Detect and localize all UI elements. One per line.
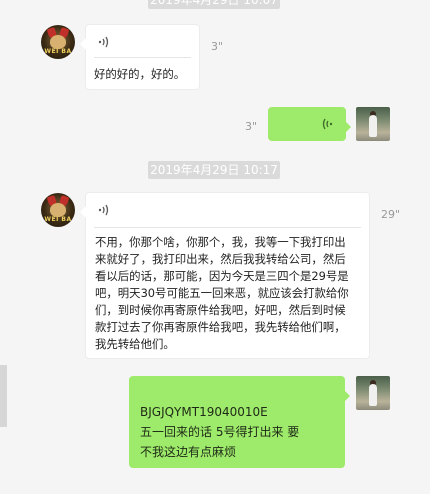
chat-history-panel[interactable]: 2019年4月29日 10:07 WEI BA 好的好的，好的。 3" 3" 2… — [0, 0, 430, 494]
transcript-divider — [94, 57, 191, 58]
transcript-line: 看以后的话，那可能，因为今天是三四个是29号是 — [95, 269, 349, 283]
message-line: 五一回来的话 5号得打出来 要 — [140, 425, 300, 439]
transcript-line: 款打过去了你再寄原件给我吧，我先转给他们啊， — [95, 320, 346, 334]
transcript-divider — [94, 227, 361, 228]
voice-duration: 29" — [381, 208, 401, 221]
sent-voice-message-bubble[interactable] — [268, 107, 351, 141]
voice-wave-icon[interactable] — [98, 203, 110, 217]
left-scroll-indicator[interactable] — [0, 365, 7, 427]
transcript-line: 不用，你那个啥，你那个，我，我等一下我打印出 — [95, 235, 346, 249]
voice-duration: 3" — [245, 120, 258, 133]
contact-avatar[interactable]: WEI BA — [41, 193, 75, 227]
my-avatar[interactable] — [356, 376, 390, 410]
transcript-line: 吧，明天30号可能五一回来恶，就应该会打款给你 — [95, 286, 349, 300]
contact-avatar[interactable]: WEI BA — [41, 25, 75, 59]
message-line: 不我这边有点麻烦 — [140, 445, 237, 459]
transcript-line: 们，到时候你再寄原件给我吧，好吧，然后到时候 — [95, 303, 346, 317]
voice-wave-icon[interactable] — [321, 117, 333, 131]
voice-duration: 3" — [211, 40, 224, 53]
voice-transcript: 好的好的，好的。 — [94, 67, 186, 81]
timestamp-divider: 2019年4月29日 10:07 — [148, 0, 280, 9]
sent-text-message-bubble[interactable]: BJGJQYMT19040010E 五一回来的话 5号得打出来 要 不我这边有点… — [129, 376, 350, 468]
timestamp-divider: 2019年4月29日 10:17 — [148, 161, 280, 179]
voice-message-bubble[interactable]: 好的好的，好的。 — [80, 24, 200, 90]
scrollbar[interactable] — [430, 0, 443, 494]
voice-message-bubble[interactable]: 不用，你那个啥，你那个，我，我等一下我打印出 来就好了，我打印出来，然后我我转给… — [80, 192, 370, 359]
message-line: BJGJQYMT19040010E — [140, 405, 268, 419]
my-avatar[interactable] — [356, 107, 390, 141]
avatar-label: WEI BA — [44, 216, 72, 223]
transcript-line: 我先转给他们。 — [95, 337, 175, 351]
voice-wave-icon[interactable] — [98, 35, 110, 49]
transcript-line: 来就好了，我打印出来，然后我我转给公司，然后 — [95, 252, 346, 266]
avatar-label: WEI BA — [44, 48, 72, 55]
